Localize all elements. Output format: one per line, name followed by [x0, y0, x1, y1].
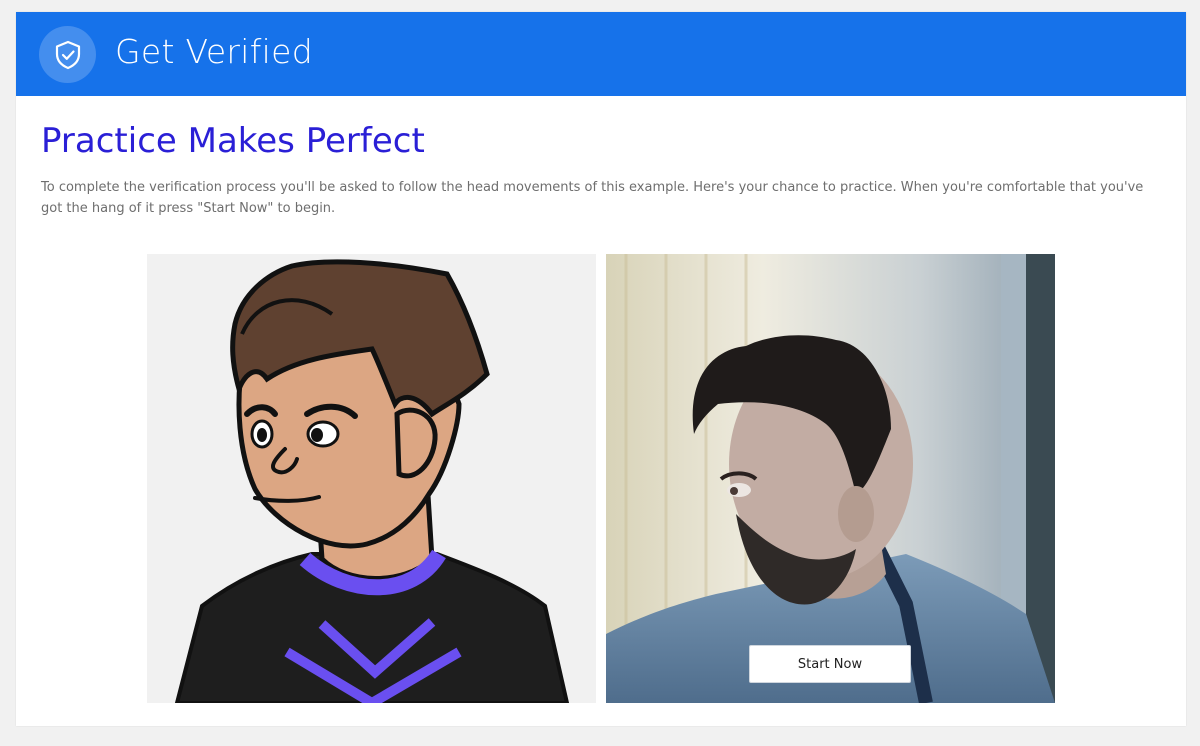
verification-card: Get Verified Practice Makes Perfect To c… [16, 12, 1186, 726]
header-bar: Get Verified [16, 12, 1186, 96]
webcam-feed-image [606, 254, 1055, 703]
instructions-text: To complete the verification process you… [41, 180, 1144, 216]
shield-badge [39, 26, 96, 83]
page-title: Get Verified [115, 32, 313, 71]
example-avatar-panel [147, 254, 596, 703]
cartoon-avatar-illustration [174, 259, 570, 703]
webcam-feed-panel: Start Now [606, 254, 1055, 703]
shield-check-icon [55, 40, 81, 70]
start-now-button[interactable]: Start Now [749, 645, 911, 683]
practice-heading: Practice Makes Perfect [41, 121, 425, 161]
